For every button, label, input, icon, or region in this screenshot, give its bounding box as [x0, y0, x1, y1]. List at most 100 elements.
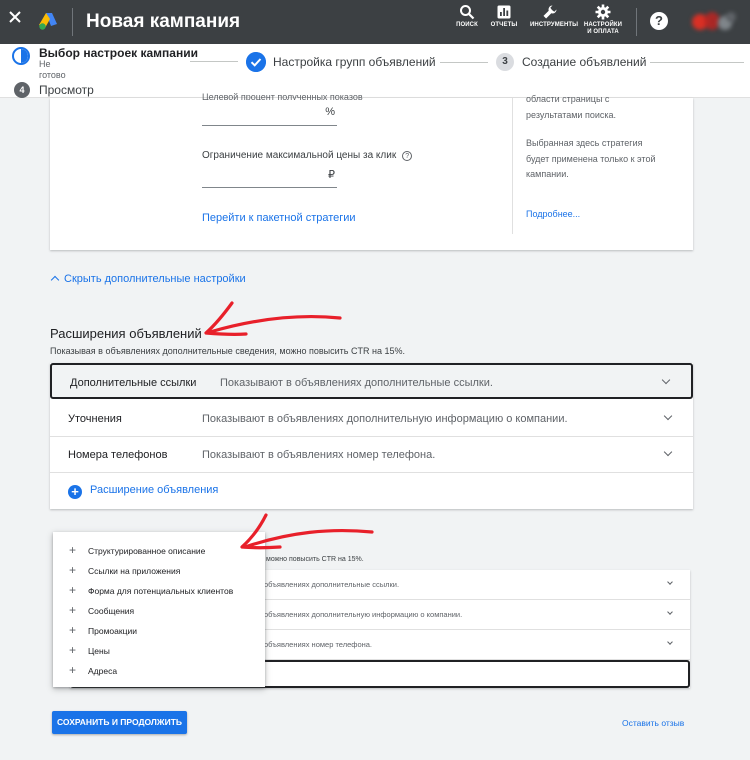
bidding-card: Целевой процент полученных показов % Огр… [50, 92, 693, 250]
plus-icon: + [69, 583, 77, 597]
extension-name: Дополнительные ссылки [70, 377, 197, 389]
annotation-arrow-1 [208, 314, 342, 334]
step-in-progress-icon [12, 47, 30, 65]
menu-item-label: Форма для потенциальных клиентов [88, 586, 234, 596]
hide-advanced-settings-link[interactable]: Скрыть дополнительные настройки [50, 273, 246, 285]
step-connector [440, 62, 488, 63]
header-divider [72, 8, 73, 36]
side-divider [512, 98, 513, 234]
menu-item-app-links[interactable]: + Ссылки на приложения [53, 560, 265, 580]
plus-icon: + [69, 543, 77, 557]
add-circle-icon: + [68, 485, 82, 499]
reports-tool-button[interactable]: ОТЧЕТЫ [489, 4, 519, 29]
extension-row-callouts[interactable]: Уточнения Показывают в объявлениях допол… [50, 401, 693, 437]
extension-row-calls[interactable]: Номера телефонов Показывают в объявления… [50, 437, 693, 473]
search-tool-label: ПОИСК [456, 22, 478, 28]
small-extension-desc: объявлениях дополнительные ссылки. [264, 580, 400, 589]
plus-icon: + [69, 563, 77, 577]
percent-suffix: % [325, 106, 335, 118]
reports-icon [497, 5, 511, 19]
menu-item-label: Сообщения [88, 606, 135, 616]
top-app-bar: Новая кампания ПОИСК ОТЧЕТЫ ИНСТРУМЕНТЫ [0, 0, 750, 44]
settings-tool-label-2: И ОПЛАТА [587, 29, 619, 35]
menu-item-label: Структурированное описание [88, 546, 206, 556]
learn-more-link[interactable]: Подробнее... [526, 209, 580, 219]
small-extension-desc: объявлениях дополнительную информацию о … [264, 610, 463, 619]
wrench-icon [543, 5, 557, 19]
small-extensions-subtitle: можно повысить CTR на 15%. [266, 556, 364, 563]
plus-icon: + [69, 663, 77, 677]
menu-item-label: Промоакции [88, 626, 137, 636]
chevron-down-icon [667, 609, 673, 615]
add-extension-button[interactable]: + Расширение объявления [68, 484, 218, 499]
menu-item-lead-form[interactable]: + Форма для потенциальных клиентов [53, 580, 265, 600]
menu-item-structured-snippet[interactable]: + Структурированное описание [53, 540, 265, 560]
settings-tool-button[interactable]: НАСТРОЙКИ И ОПЛАТА [581, 4, 625, 36]
extension-name: Уточнения [68, 413, 122, 425]
step3-number: 3 [496, 53, 514, 71]
menu-item-prices[interactable]: + Цены [53, 640, 265, 660]
gear-icon [595, 4, 611, 20]
ruble-suffix: ₽ [328, 169, 335, 181]
tools-tool-label: ИНСТРУМЕНТЫ [530, 22, 579, 28]
page-title: Новая кампания [86, 11, 241, 32]
step4-number: 4 [14, 82, 30, 98]
campaign-stepper: Выбор настроек кампании Не готово Настро… [0, 44, 750, 98]
extension-desc: Показывают в объявлениях дополнительную … [202, 413, 568, 425]
plus-icon: + [69, 603, 77, 617]
close-icon[interactable] [8, 10, 22, 24]
chevron-down-icon [667, 579, 673, 585]
menu-item-label: Цены [88, 646, 110, 656]
menu-item-locations[interactable]: + Адреса [53, 660, 265, 680]
extension-row-sitelinks[interactable]: Дополнительные ссылки Показывают в объяв… [50, 363, 693, 399]
header-divider-right [636, 8, 637, 36]
menu-item-promotions[interactable]: + Промоакции [53, 620, 265, 640]
google-ads-logo [39, 13, 57, 30]
menu-item-label: Адреса [88, 666, 118, 676]
extension-desc: Показывают в объявлениях номер телефона. [202, 449, 436, 461]
card-top-edge [50, 98, 693, 99]
target-impression-field[interactable]: % [202, 98, 337, 126]
chevron-down-icon [667, 639, 673, 645]
tools-tool-button[interactable]: ИНСТРУМЕНТЫ [530, 4, 579, 29]
account-avatar[interactable] [690, 10, 740, 34]
leave-feedback-link[interactable]: Оставить отзыв [622, 718, 684, 728]
help-icon[interactable]: ? [650, 12, 668, 30]
extensions-card: Дополнительные ссылки Показывают в объяв… [50, 363, 693, 509]
small-extension-desc: объявлениях номер телефона. [264, 640, 373, 649]
chevron-down-icon [661, 375, 671, 385]
menu-item-messages[interactable]: + Сообщения [53, 600, 265, 620]
extensions-subtitle: Показывая в объявлениях дополнительные с… [50, 346, 405, 356]
max-cpc-field[interactable]: ₽ [202, 160, 337, 188]
extensions-title: Расширения объявлений [50, 326, 202, 341]
portfolio-strategy-link[interactable]: Перейти к пакетной стратегии [202, 212, 356, 224]
help-circle-icon[interactable]: ? [402, 151, 413, 161]
extension-name: Номера телефонов [68, 449, 168, 461]
save-and-continue-button[interactable]: СОХРАНИТЬ И ПРОДОЛЖИТЬ [52, 711, 187, 734]
plus-icon: + [69, 623, 77, 637]
add-extension-label: Расширение объявления [90, 484, 219, 496]
side-help-text-2: Выбранная здесь стратегия будет применен… [526, 138, 656, 179]
step1-status: Не готово [39, 59, 66, 80]
step4-title[interactable]: Просмотр [39, 83, 94, 97]
menu-item-label: Ссылки на приложения [88, 566, 181, 576]
step-connector [650, 62, 744, 63]
step-connector [190, 61, 238, 62]
chevron-down-icon [663, 447, 673, 457]
search-tool-button[interactable]: ПОИСК [452, 4, 482, 29]
step-done-check-icon [246, 52, 266, 72]
reports-tool-label: ОТЧЕТЫ [490, 22, 518, 28]
annotation-arrow-1-head [204, 301, 248, 337]
hide-advanced-label: Скрыть дополнительные настройки [64, 273, 246, 285]
chevron-down-icon [663, 411, 673, 421]
side-help-text-1: области страницы с результатами поиска. [526, 94, 616, 120]
extension-type-menu: + Структурированное описание + Ссылки на… [53, 532, 265, 687]
plus-icon: + [69, 643, 77, 657]
step2-title[interactable]: Настройка групп объявлений [273, 55, 436, 69]
extension-desc: Показывают в объявлениях дополнительные … [220, 377, 493, 389]
step3-title[interactable]: Создание объявлений [522, 55, 646, 69]
chevron-up-icon [50, 275, 60, 285]
step1-title[interactable]: Выбор настроек кампании [39, 46, 198, 60]
search-icon [460, 5, 475, 20]
settings-tool-label-1: НАСТРОЙКИ [583, 22, 623, 28]
